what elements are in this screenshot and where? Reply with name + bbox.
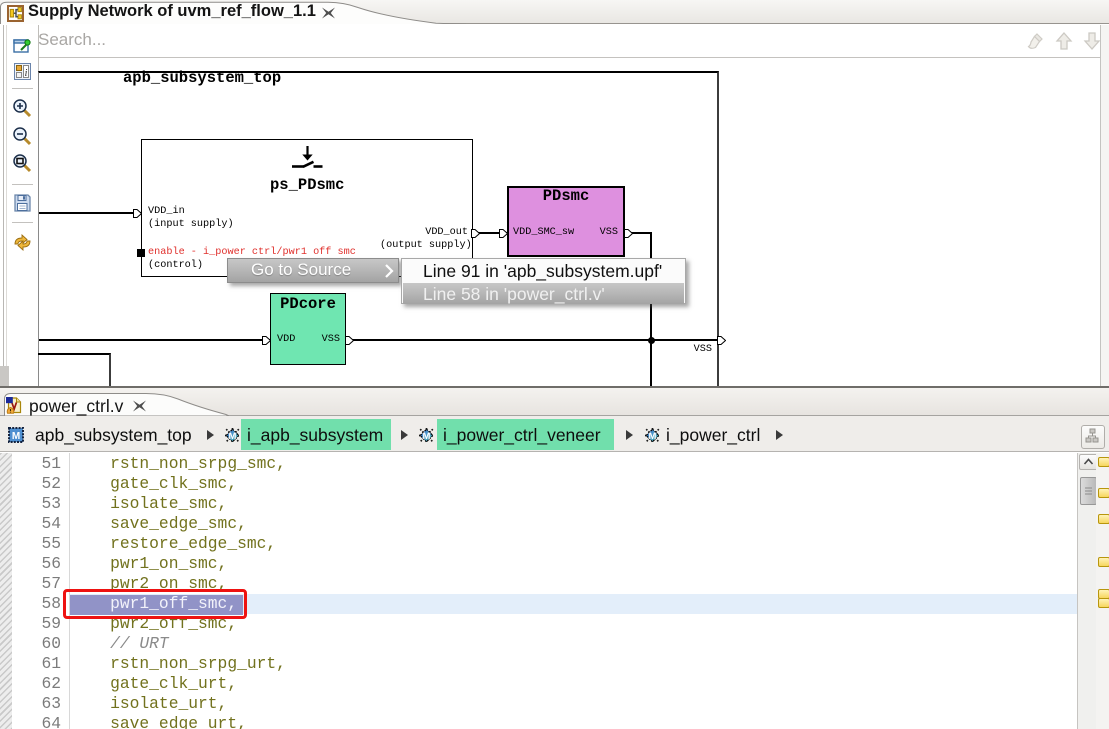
svg-text:M: M bbox=[12, 431, 20, 442]
svg-text:M: M bbox=[649, 431, 657, 442]
svg-text:M: M bbox=[423, 431, 431, 442]
svg-text:M: M bbox=[229, 431, 237, 442]
svg-text:i: i bbox=[25, 68, 28, 79]
